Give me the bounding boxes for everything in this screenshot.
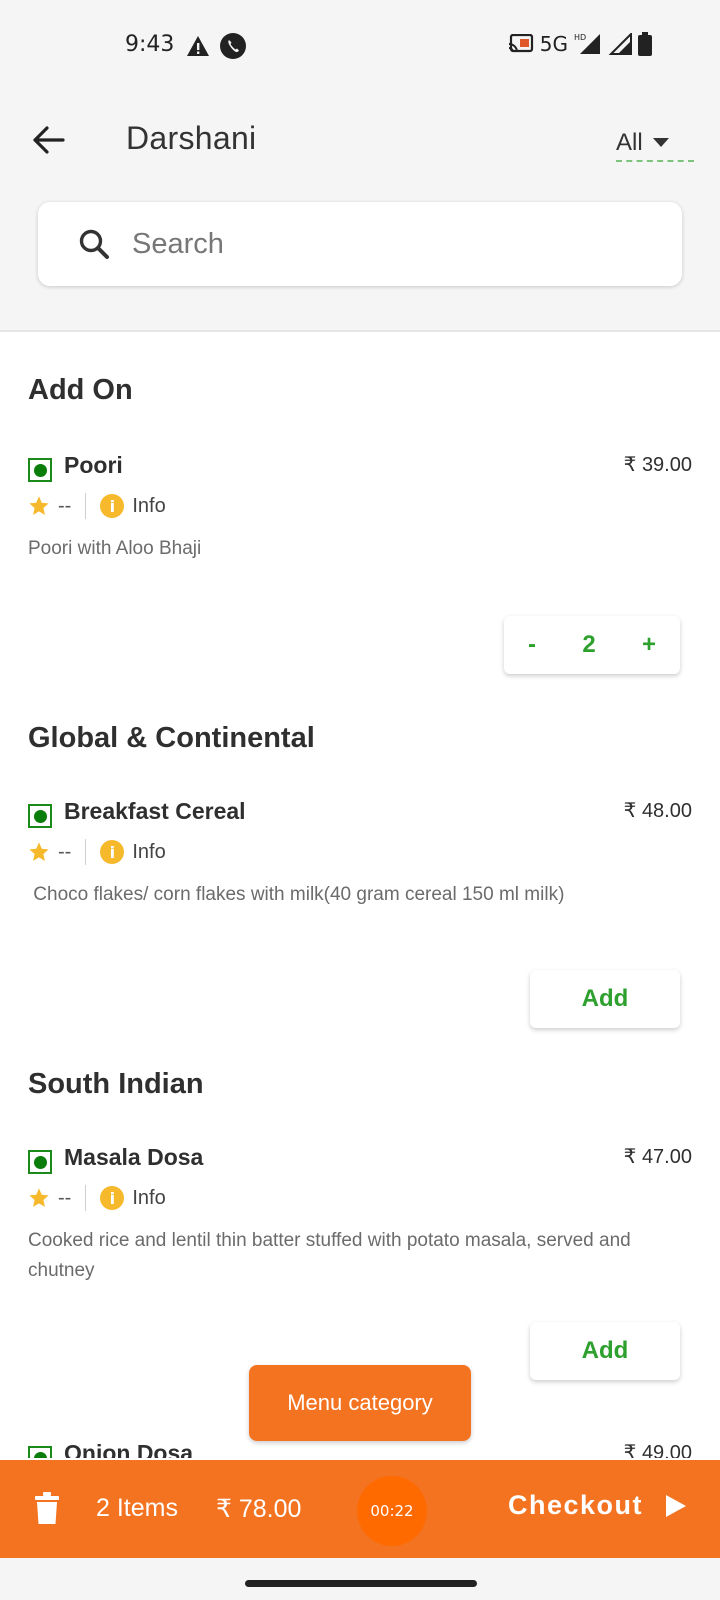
signal-hd-icon: HD [574,33,600,54]
menu-item: Masala Dosa ₹ 47.00 -- i Info Cooked ric… [28,1144,692,1314]
add-button[interactable]: Add [530,970,680,1028]
item-meta: -- i Info [28,492,166,520]
search-input[interactable] [132,227,632,261]
item-meta: -- i Info [28,838,166,866]
menu-item: Onion Dosa ₹ 49.00 [28,1440,692,1458]
info-link[interactable]: Info [132,1187,165,1210]
menu-category-button[interactable]: Menu category [249,1365,471,1441]
cast-icon [508,34,533,53]
divider [85,493,87,519]
quantity-stepper[interactable]: - 2 + [504,616,680,674]
item-description: Cooked rice and lentil thin batter stuff… [28,1230,631,1281]
section-title: Global & Continental [28,722,315,754]
system-nav-bar [0,1558,720,1600]
veg-indicator-icon [28,1150,52,1174]
item-rating: -- [58,840,72,863]
star-icon [29,842,49,861]
item-name: Breakfast Cereal [64,798,246,824]
caret-down-icon [652,138,669,147]
cart-bar: 2 Items ₹ 78.00 00:22 Checkout [0,1460,720,1558]
info-link[interactable]: Info [132,495,165,518]
info-link[interactable]: Info [132,841,165,864]
alert-triangle-icon [187,36,209,56]
item-description: Poori with Aloo Bhaji [28,538,202,559]
item-name: Poori [64,452,123,478]
section-title: South Indian [28,1068,204,1100]
network-label: 5G [539,32,568,56]
search-icon [79,229,109,259]
info-icon[interactable]: i [100,840,125,864]
item-price: ₹ 48.00 [623,800,692,822]
menu-list[interactable]: Add On Poori ₹ 39.00 -- i Info Poori wit… [0,334,720,1458]
category-filter-dropdown[interactable]: All [616,126,694,162]
info-icon[interactable]: i [100,494,125,518]
home-indicator[interactable] [245,1580,477,1587]
back-button[interactable] [28,120,68,160]
phone-icon [220,33,246,59]
info-icon[interactable]: i [100,1186,125,1210]
battery-icon [638,32,652,56]
increase-button[interactable]: + [642,631,656,659]
cart-total: ₹ 78.00 [216,1495,302,1523]
star-icon [29,1188,49,1207]
signal-icon [608,33,632,55]
add-button[interactable]: Add [530,1322,680,1380]
divider [85,1185,87,1211]
item-price: ₹ 47.00 [623,1146,692,1168]
header: Darshani All [0,90,720,332]
item-rating: -- [58,1186,72,1209]
play-arrow-icon [666,1494,687,1517]
item-price: ₹ 49.00 [623,1442,692,1458]
section-title: Add On [28,374,133,406]
item-price: ₹ 39.00 [623,454,692,476]
status-right-icons: 5G HD [508,32,652,56]
star-icon [29,496,49,515]
menu-item: Breakfast Cereal ₹ 48.00 -- i Info Choco… [28,798,692,948]
status-time: 9:43 [125,32,175,57]
veg-indicator-icon [28,458,52,482]
decrease-button[interactable]: - [528,631,536,659]
search-box[interactable] [38,202,682,286]
timer-badge: 00:22 [357,1476,427,1546]
filter-label: All [616,129,643,156]
item-description: Choco flakes/ corn flakes with milk(40 g… [28,884,565,905]
cart-item-count: 2 Items [96,1494,178,1522]
checkout-label: Checkout [508,1490,644,1520]
status-left-icons [186,33,246,59]
divider [85,839,87,865]
item-name: Masala Dosa [64,1144,204,1170]
page-title: Darshani [126,120,257,156]
arrow-left-icon [33,126,65,154]
svg-text:HD: HD [574,33,586,42]
checkout-button[interactable]: Checkout [508,1490,687,1521]
veg-indicator-icon [28,1446,52,1458]
item-rating: -- [58,494,72,517]
item-name: Onion Dosa [64,1440,194,1458]
veg-indicator-icon [28,804,52,828]
quantity-value: 2 [582,631,596,658]
trash-icon[interactable] [34,1492,60,1524]
status-bar: 9:43 5G HD [0,0,720,90]
item-meta: -- i Info [28,1184,166,1212]
